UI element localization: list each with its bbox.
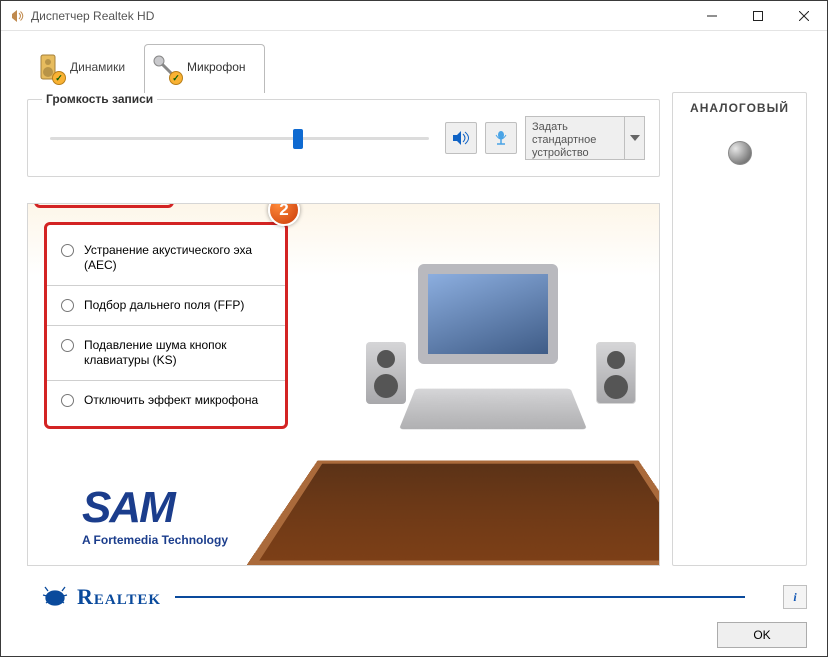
option-aec[interactable]: Устранение акустического эха (AEC) (47, 231, 285, 286)
set-default-dropdown[interactable] (625, 116, 645, 160)
left-column: Громкость записи Задать (27, 92, 660, 566)
microphone-icon (151, 53, 179, 81)
brand-text: Realtek (77, 584, 161, 610)
desk-illustration (245, 460, 660, 566)
brand-line (175, 596, 745, 598)
volume-slider[interactable] (50, 128, 429, 148)
main-area: Громкость записи Задать (1, 92, 827, 578)
ok-row: OK (41, 622, 807, 648)
realtek-window: Диспетчер Realtek HD Динамики (0, 0, 828, 657)
sam-logo: SAM A Fortemedia Technology (82, 483, 228, 547)
mic-boost-button[interactable] (485, 122, 517, 154)
info-button[interactable]: i (783, 585, 807, 609)
content-area: Динамики Микрофон Громкость записи (1, 31, 827, 656)
option-ks-label: Подавление шума кнопок клавиатуры (KS) (84, 338, 271, 368)
option-disable[interactable]: Отключить эффект микрофона (47, 381, 285, 420)
window-title: Диспетчер Realtek HD (31, 9, 689, 23)
option-aec-label: Устранение акустического эха (AEC) (84, 243, 271, 273)
option-ffp-label: Подбор дальнего поля (FFP) (84, 298, 244, 313)
mic-effects-list: Устранение акустического эха (AEC) Подбо… (44, 222, 288, 429)
radio-icon (61, 394, 74, 407)
speaker-left-illustration (366, 342, 406, 404)
minimize-button[interactable] (689, 1, 735, 31)
laptop-illustration (418, 264, 558, 364)
brand-row: Realtek i (41, 584, 807, 610)
annotation-highlight-tab (34, 203, 174, 208)
effects-panel: Эффект микрофона Стандартный формат Устр… (27, 203, 660, 566)
jack-indicator[interactable] (728, 141, 752, 165)
footer: Realtek i OK (1, 578, 827, 656)
radio-icon (61, 244, 74, 257)
ok-button[interactable]: OK (717, 622, 807, 648)
set-default-button[interactable]: Задать стандартное устройство (525, 116, 625, 160)
connectors-title: АНАЛОГОВЫЙ (673, 101, 806, 115)
radio-icon (61, 339, 74, 352)
option-ffp[interactable]: Подбор дальнего поля (FFP) (47, 286, 285, 326)
recording-volume-row: Задать стандартное устройство (42, 116, 645, 160)
option-disable-label: Отключить эффект микрофона (84, 393, 258, 408)
laptop-base-illustration (399, 389, 587, 430)
set-default-splitbutton[interactable]: Задать стандартное устройство (525, 116, 645, 160)
option-ks[interactable]: Подавление шума кнопок клавиатуры (KS) (47, 326, 285, 381)
titlebar: Диспетчер Realtek HD (1, 1, 827, 31)
connectors-panel: АНАЛОГОВЫЙ (672, 92, 807, 566)
tab-microphone[interactable]: Микрофон (144, 44, 264, 93)
speakers-icon (34, 53, 62, 81)
mute-playback-button[interactable] (445, 122, 477, 154)
tab-speakers-label: Динамики (70, 60, 125, 74)
app-icon (9, 8, 25, 24)
close-button[interactable] (781, 1, 827, 31)
realtek-crab-icon (41, 585, 69, 610)
recording-volume-group: Громкость записи Задать (27, 92, 660, 177)
recording-volume-legend: Громкость записи (42, 92, 157, 106)
tab-speakers[interactable]: Динамики (27, 44, 144, 93)
radio-icon (61, 299, 74, 312)
maximize-button[interactable] (735, 1, 781, 31)
sam-logo-tag: A Fortemedia Technology (82, 533, 228, 547)
speaker-right-illustration (596, 342, 636, 404)
tab-microphone-label: Микрофон (187, 60, 245, 74)
sam-logo-text: SAM (82, 483, 228, 533)
device-tabs: Динамики Микрофон (1, 31, 827, 92)
